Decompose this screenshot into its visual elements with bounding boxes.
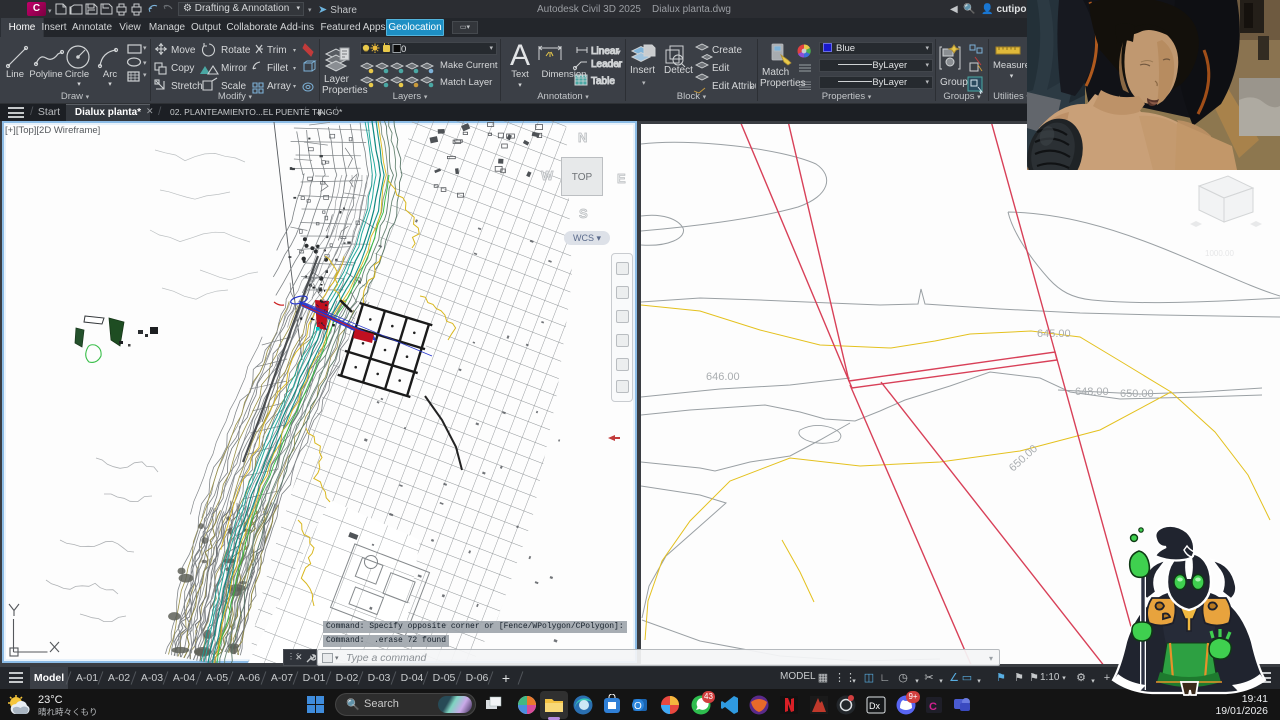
svg-text:Stretch: Stretch: [171, 81, 203, 92]
svg-text:Dx: Dx: [869, 701, 880, 711]
svg-text:▾: ▾: [293, 84, 296, 90]
svg-text:O: O: [634, 701, 642, 712]
svg-text:Layer: Layer: [324, 74, 350, 85]
svg-text:▾: ▾: [642, 80, 646, 87]
svg-text:Rotate: Rotate: [221, 45, 251, 56]
svg-text:Fillet: Fillet: [267, 63, 288, 74]
svg-text:645.00: 645.00: [1037, 328, 1071, 340]
svg-text:650.00: 650.00: [1120, 388, 1154, 400]
svg-text:Match: Match: [762, 67, 789, 78]
svg-text:▾: ▾: [293, 66, 296, 72]
svg-text:Scale: Scale: [221, 81, 246, 92]
svg-text:▾: ▾: [750, 85, 753, 91]
svg-text:Mirror: Mirror: [221, 63, 248, 74]
svg-text:646.00: 646.00: [706, 371, 740, 383]
svg-text:C: C: [929, 701, 937, 713]
svg-text:Detect: Detect: [664, 65, 693, 76]
svg-text:Insert: Insert: [630, 65, 655, 76]
svg-text:Trim: Trim: [267, 45, 287, 56]
svg-text:Group: Group: [940, 77, 968, 88]
svg-text:1000.00: 1000.00: [1205, 249, 1234, 258]
svg-text:Linear: Linear: [591, 46, 619, 57]
svg-text:648.00: 648.00: [1075, 386, 1109, 398]
svg-text:▾: ▾: [293, 48, 296, 54]
svg-text:Array: Array: [267, 81, 291, 92]
svg-text:Create: Create: [712, 45, 742, 56]
svg-text:Copy: Copy: [171, 63, 194, 74]
svg-text:▾: ▾: [617, 63, 620, 69]
svg-text:Properties: Properties: [760, 78, 806, 89]
svg-text:Table: Table: [591, 76, 615, 87]
svg-text:Move: Move: [171, 45, 196, 56]
svg-text:650.00: 650.00: [1007, 443, 1040, 474]
svg-text:▾: ▾: [617, 50, 620, 56]
svg-text:Edit: Edit: [712, 63, 729, 74]
